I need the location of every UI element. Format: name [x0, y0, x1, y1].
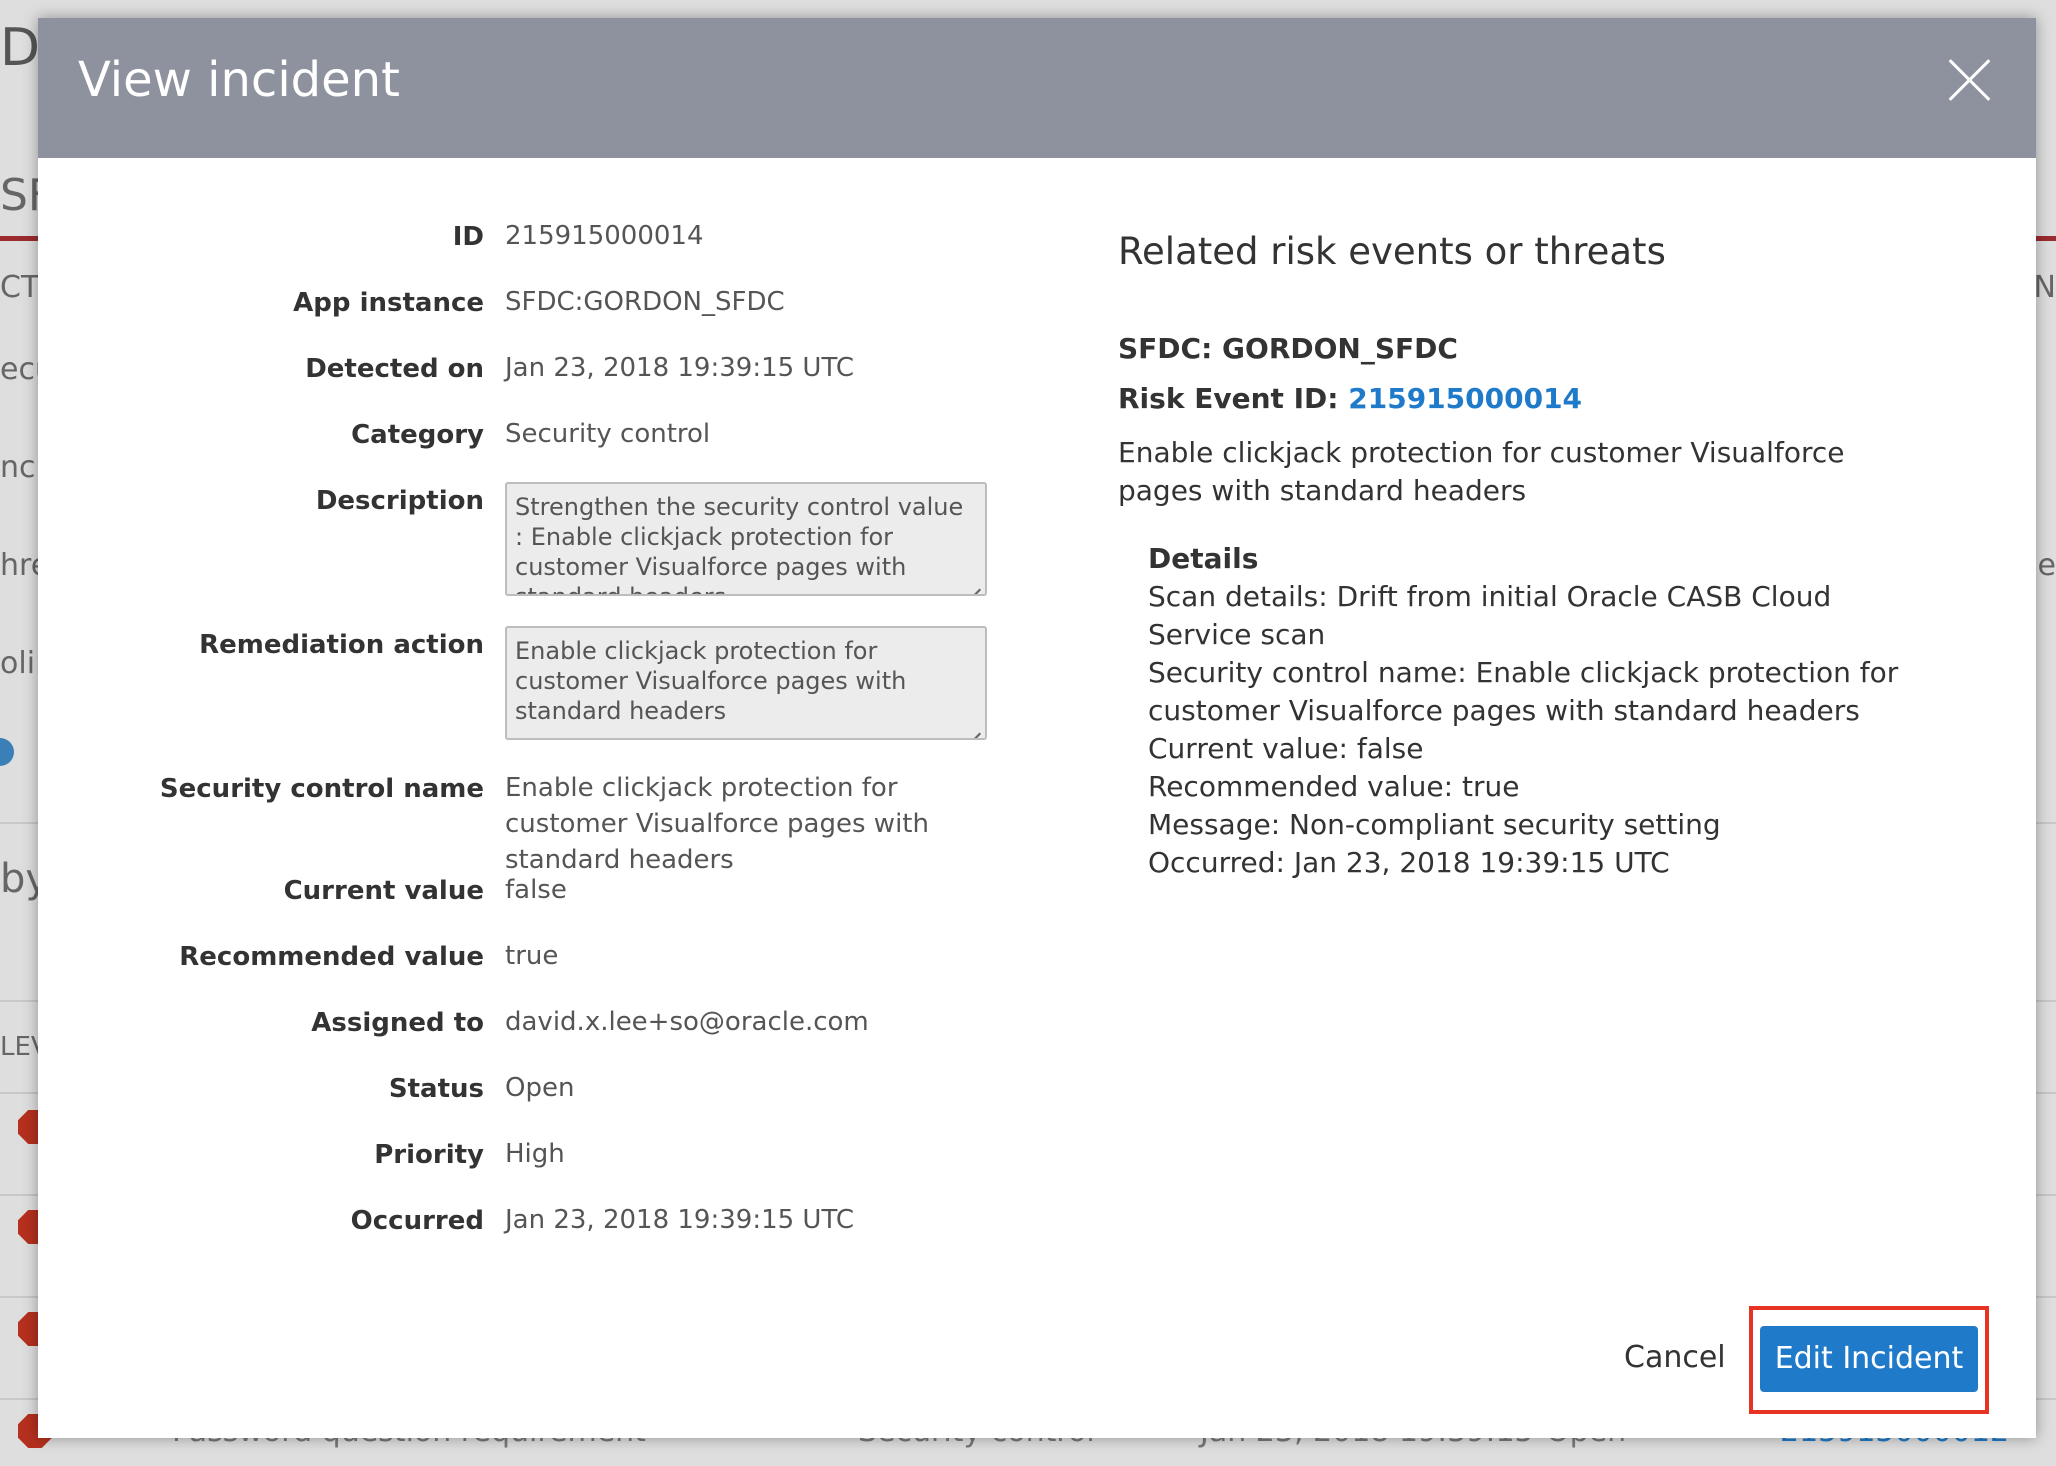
- cancel-button[interactable]: Cancel: [1624, 1340, 1726, 1375]
- view-incident-dialog: View incident ID 215915000014 App instan…: [38, 18, 2036, 1438]
- details-current-value: Current value: false: [1148, 732, 1424, 765]
- details-section: Details Scan details: Drift from initial…: [1148, 540, 1908, 882]
- field-label-description: Description: [315, 486, 484, 516]
- field-label-priority: Priority: [374, 1140, 484, 1170]
- field-value-security-control-name: Enable clickjack protection for customer…: [505, 773, 929, 875]
- field-label-assigned-to: Assigned to: [311, 1008, 484, 1038]
- remediation-action-textarea[interactable]: Enable clickjack protection for customer…: [505, 626, 987, 740]
- details-recommended-value: Recommended value: true: [1148, 770, 1520, 803]
- risk-event-label: Risk Event ID:: [1118, 382, 1339, 415]
- field-value-occurred: Jan 23, 2018 19:39:15 UTC: [505, 1205, 854, 1235]
- risk-event-line: Risk Event ID: 215915000014: [1118, 382, 1582, 415]
- field-label-occurred: Occurred: [350, 1206, 484, 1236]
- details-scan-details: Scan details: Drift from initial Oracle …: [1148, 580, 1832, 651]
- field-value-recommended-value: true: [505, 941, 559, 971]
- field-label-detected-on: Detected on: [305, 354, 484, 384]
- background-side-label: oli: [0, 646, 36, 681]
- field-label-remediation-action: Remediation action: [199, 630, 484, 660]
- details-security-control-name: Security control name: Enable clickjack …: [1148, 656, 1899, 727]
- field-value-id: 215915000014: [505, 221, 704, 251]
- field-label-recommended-value: Recommended value: [179, 942, 484, 972]
- field-label-id: ID: [452, 222, 484, 252]
- field-value-detected-on: Jan 23, 2018 19:39:15 UTC: [505, 353, 854, 383]
- field-label-security-control-name: Security control name: [159, 774, 484, 804]
- field-value-status: Open: [505, 1073, 575, 1103]
- field-value-category: Security control: [505, 419, 711, 449]
- resize-handle-icon[interactable]: [967, 576, 981, 590]
- field-label-app-instance: App instance: [293, 288, 484, 318]
- related-events-heading: Related risk events or threats: [1118, 230, 1666, 273]
- description-textarea[interactable]: Strengthen the security control value : …: [505, 482, 987, 596]
- background-right-label: N: [2033, 270, 2056, 305]
- field-value-assigned-to: david.x.lee+so@oracle.com: [505, 1007, 869, 1037]
- details-title: Details: [1148, 542, 1259, 575]
- related-app-instance: SFDC: GORDON_SFDC: [1118, 332, 1458, 365]
- field-label-status: Status: [388, 1074, 484, 1104]
- details-message: Message: Non-compliant security setting: [1148, 808, 1721, 841]
- details-occurred: Occurred: Jan 23, 2018 19:39:15 UTC: [1148, 846, 1670, 879]
- dialog-header: View incident: [38, 18, 2036, 158]
- edit-incident-button[interactable]: Edit Incident: [1760, 1326, 1978, 1392]
- description-text: Strengthen the security control value : …: [515, 493, 964, 594]
- field-value-priority: High: [505, 1139, 565, 1169]
- close-icon[interactable]: [1948, 58, 1992, 102]
- background-info-icon: [0, 738, 14, 766]
- related-description: Enable clickjack protection for customer…: [1118, 436, 1845, 507]
- resize-handle-icon[interactable]: [967, 720, 981, 734]
- field-value-current-value: false: [505, 875, 567, 905]
- dialog-title: View incident: [78, 52, 400, 108]
- risk-event-id-link[interactable]: 215915000014: [1348, 382, 1582, 415]
- remediation-action-text: Enable clickjack protection for customer…: [515, 637, 907, 725]
- field-value-app-instance: SFDC:GORDON_SFDC: [505, 287, 785, 317]
- field-label-category: Category: [351, 420, 484, 450]
- field-label-current-value: Current value: [283, 876, 484, 906]
